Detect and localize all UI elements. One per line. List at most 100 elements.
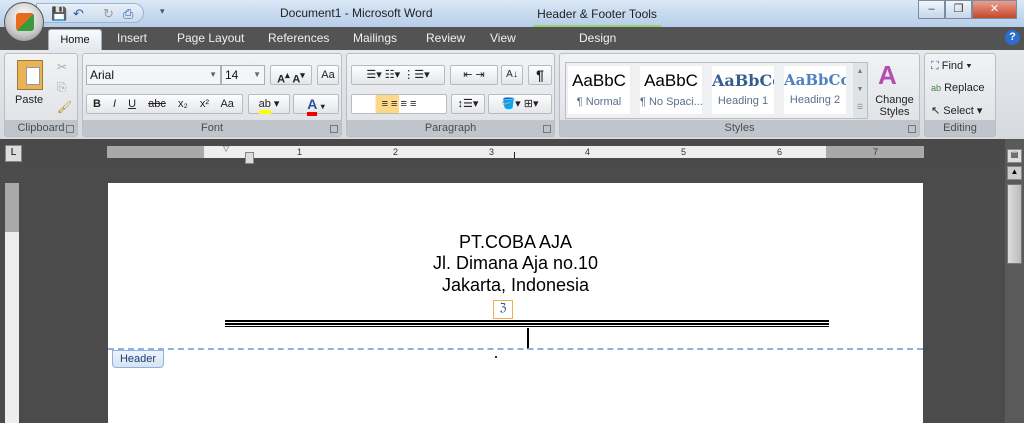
paste-button[interactable]: Paste	[15, 94, 43, 106]
title-bar: 💾 ↶ ↻ ⎙ ▾ Document1 - Microsoft Word Hea…	[0, 0, 1024, 27]
scroll-thumb[interactable]	[1007, 184, 1022, 264]
paragraph-label: Paragraph	[347, 120, 554, 136]
ruler-number: 4	[585, 147, 591, 157]
undo-icon[interactable]: ↶	[73, 6, 84, 22]
replace-button[interactable]: ab Replace	[931, 82, 984, 94]
scroll-up-button[interactable]: ▲	[1007, 166, 1022, 180]
editing-group: ⛶ Find ▾ ab Replace ↖ Select ▾ Editing	[924, 53, 996, 137]
text-cursor	[527, 328, 529, 349]
sort-button[interactable]: A↓	[501, 65, 523, 85]
ribbon: Paste ✂ ⎘ 🖌 Clipboard Arial ▼ 14 ▼ A▴ A▾ A…	[0, 50, 1024, 139]
font-size-select[interactable]: 14 ▼	[221, 65, 265, 85]
header-line-company[interactable]: PT.COBA AJA	[108, 232, 923, 253]
ribbon-tabs: Home Insert Page Layout References Maili…	[0, 27, 1024, 51]
restore-button[interactable]: ❐	[945, 0, 972, 19]
ruler-number: 5	[681, 147, 687, 157]
header-footer-tools-label: Header & Footer Tools	[533, 0, 661, 27]
select-button[interactable]: ↖ Select ▾	[931, 104, 982, 117]
dialog-launcher-icon[interactable]	[543, 125, 551, 133]
ruler-number: 6	[777, 147, 783, 157]
font-format-buttons[interactable]: B I U abc x₂ x² Aa	[86, 94, 243, 114]
indent-buttons[interactable]: ⇤ ⇥	[450, 65, 498, 85]
tab-page-layout[interactable]: Page Layout	[177, 31, 244, 45]
dialog-launcher-icon[interactable]	[66, 125, 74, 133]
ruler-number: 3	[489, 147, 495, 157]
tab-design[interactable]: Design	[579, 31, 616, 45]
double-line-top	[225, 320, 829, 322]
italic-button: I	[113, 98, 117, 110]
center-tab-stop[interactable]	[514, 152, 515, 158]
style-heading-2[interactable]: AaBbCc Heading 2	[784, 66, 846, 114]
left-indent-marker[interactable]	[245, 152, 254, 164]
list-buttons[interactable]: ☰▾ ☷▾ ⋮☰▾	[351, 65, 445, 85]
style-no-spacing[interactable]: AaBbC ¶ No Spaci...	[640, 66, 702, 114]
customize-qat-icon[interactable]: ▾	[160, 6, 165, 17]
alignment-buttons[interactable]: ≡ ≡ ≡ ≡	[351, 94, 447, 114]
layout-options-icon[interactable]: ℨ	[493, 300, 513, 319]
redo-icon[interactable]: ↻	[103, 6, 114, 22]
print-preview-icon[interactable]: ⎙	[123, 6, 133, 22]
save-icon[interactable]: 💾	[51, 6, 67, 22]
cut-icon[interactable]: ✂	[57, 60, 67, 74]
dialog-launcher-icon[interactable]	[330, 125, 338, 133]
header-boundary	[108, 348, 923, 350]
binoculars-icon: ⛶	[931, 60, 939, 72]
tab-mailings[interactable]: Mailings	[353, 31, 397, 45]
clear-formatting-button[interactable]: Aa	[317, 65, 339, 85]
superscript-button: x²	[199, 98, 209, 110]
ruler-number: 1	[297, 147, 303, 157]
style-normal[interactable]: AaBbC ¶ Normal	[568, 66, 630, 114]
help-icon[interactable]: ?	[1005, 30, 1020, 45]
tab-review[interactable]: Review	[426, 31, 465, 45]
window-title: Document1 - Microsoft Word	[280, 6, 433, 20]
tab-references[interactable]: References	[268, 31, 329, 45]
change-case-button: Aa	[220, 98, 234, 110]
office-logo-icon	[16, 13, 34, 31]
find-button[interactable]: ⛶ Find ▾	[931, 60, 972, 73]
font-color-button[interactable]: A ▾	[293, 94, 339, 116]
highlight-button[interactable]: ab ▾	[248, 94, 290, 114]
font-name-select[interactable]: Arial ▼	[86, 65, 221, 85]
show-formatting-button[interactable]: ¶	[528, 65, 552, 85]
office-button[interactable]	[4, 2, 44, 42]
vertical-scrollbar[interactable]: ▤ ▲	[1005, 139, 1024, 423]
styles-scroll[interactable]: ▲ ▼ ☰	[853, 63, 867, 118]
tab-view[interactable]: View	[490, 31, 516, 45]
dialog-launcher-icon[interactable]	[908, 125, 916, 133]
subscript-button: x₂	[177, 98, 188, 110]
paragraph-mark	[495, 356, 497, 358]
styles-label: Styles	[560, 120, 919, 136]
font-group: Arial ▼ 14 ▼ A▴ A▾ Aa B I U abc x₂ x² Aa a…	[82, 53, 342, 137]
styles-group: AaBbC¶ Normal AaBbC¶ No Spaci... AaBbCcH…	[559, 53, 920, 137]
format-painter-icon[interactable]: 🖌	[57, 100, 72, 114]
tab-selector-button[interactable]: L	[5, 145, 22, 162]
header-line-address[interactable]: Jl. Dimana Aja no.10	[108, 253, 923, 274]
underline-button: U	[128, 98, 137, 110]
change-styles-button[interactable]: Change Styles	[872, 94, 917, 118]
header-tab-label[interactable]: Header	[112, 350, 164, 368]
minimize-button[interactable]: –	[918, 0, 945, 19]
bold-button: B	[93, 98, 101, 110]
cursor-icon: ↖	[931, 105, 941, 117]
clipboard-group: Paste ✂ ⎘ 🖌 Clipboard	[4, 53, 78, 137]
shading-borders-buttons[interactable]: 🪣▾ ⊞▾	[488, 94, 552, 114]
ruler-number: 7	[873, 147, 879, 157]
paragraph-group: ☰▾ ☷▾ ⋮☰▾ ⇤ ⇥ A↓ ¶ ≡ ≡ ≡ ≡ ↕☰▾ 🪣▾ ⊞▾ Par…	[346, 53, 555, 137]
paste-icon	[17, 60, 43, 90]
style-heading-1[interactable]: AaBbCcHeading 1	[712, 66, 774, 114]
double-line-bottom	[225, 326, 829, 327]
copy-icon[interactable]: ⎘	[57, 80, 67, 95]
first-line-indent-marker[interactable]: ▽	[223, 144, 229, 153]
replace-icon: ab	[931, 83, 942, 93]
tab-insert[interactable]: Insert	[117, 31, 147, 45]
header-line-city[interactable]: Jakarta, Indonesia	[108, 275, 923, 296]
close-button[interactable]: ✕	[972, 0, 1017, 19]
view-ruler-toggle-icon[interactable]: ▤	[1007, 149, 1022, 163]
grow-shrink-font-buttons[interactable]: A▴ A▾	[270, 65, 312, 86]
double-line-middle	[225, 323, 829, 325]
document-page[interactable]: PT.COBA AJA Jl. Dimana Aja no.10 Jakarta…	[108, 183, 923, 423]
tab-home[interactable]: Home	[48, 29, 102, 51]
ruler-number: 2	[393, 147, 399, 157]
line-spacing-button[interactable]: ↕☰▾	[451, 94, 485, 114]
font-label: Font	[83, 120, 341, 136]
